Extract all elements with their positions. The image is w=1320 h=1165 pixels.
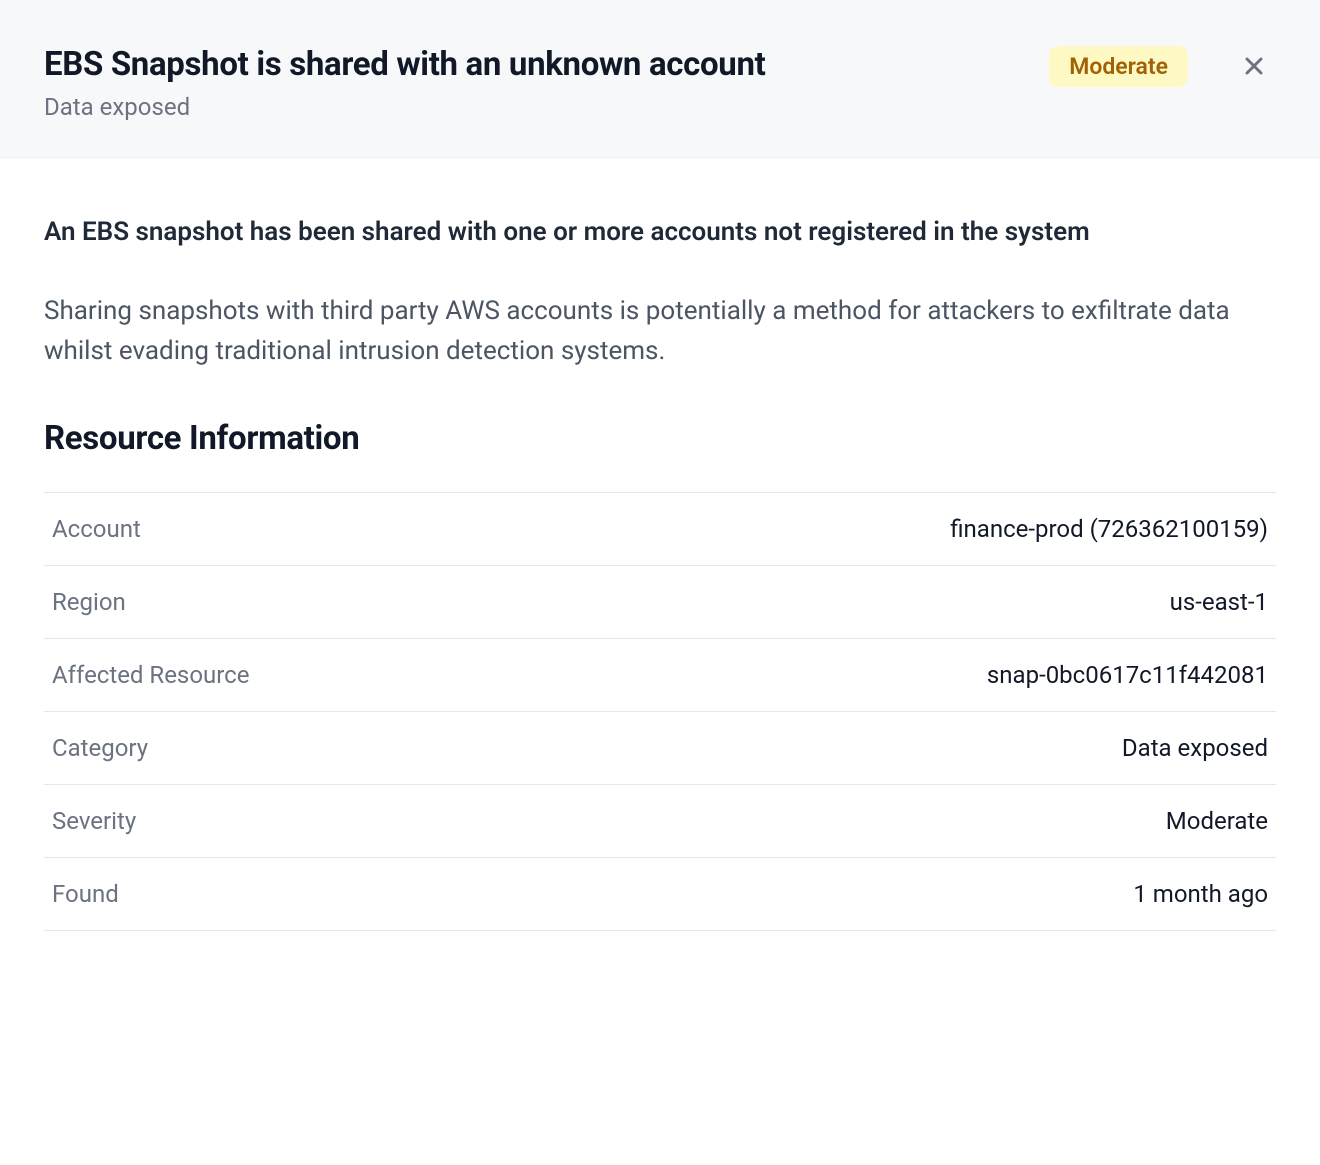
close-icon bbox=[1240, 52, 1268, 80]
header-right: Moderate bbox=[1049, 44, 1276, 88]
row-value: Moderate bbox=[1166, 807, 1268, 835]
panel-header: EBS Snapshot is shared with an unknown a… bbox=[0, 0, 1320, 158]
severity-badge: Moderate bbox=[1049, 46, 1188, 87]
section-title: Resource Information bbox=[44, 419, 1276, 458]
row-label: Account bbox=[52, 515, 141, 543]
row-value: finance-prod (726362100159) bbox=[950, 515, 1268, 543]
row-label: Category bbox=[52, 734, 148, 762]
row-value: us-east-1 bbox=[1170, 588, 1268, 616]
row-value: Data exposed bbox=[1122, 734, 1268, 762]
table-row: Affected Resource snap-0bc0617c11f442081 bbox=[44, 638, 1276, 711]
row-label: Affected Resource bbox=[52, 661, 249, 689]
panel-subtitle: Data exposed bbox=[44, 93, 1049, 121]
row-value: snap-0bc0617c11f442081 bbox=[987, 661, 1268, 689]
panel-title: EBS Snapshot is shared with an unknown a… bbox=[44, 44, 1049, 85]
row-label: Severity bbox=[52, 807, 136, 835]
table-row: Found 1 month ago bbox=[44, 857, 1276, 931]
table-row: Region us-east-1 bbox=[44, 565, 1276, 638]
finding-summary: An EBS snapshot has been shared with one… bbox=[44, 214, 1276, 250]
resource-info-table: Account finance-prod (726362100159) Regi… bbox=[44, 492, 1276, 931]
row-label: Region bbox=[52, 588, 126, 616]
row-value: 1 month ago bbox=[1133, 880, 1268, 908]
header-left: EBS Snapshot is shared with an unknown a… bbox=[44, 44, 1049, 121]
close-button[interactable] bbox=[1232, 44, 1276, 88]
row-label: Found bbox=[52, 880, 119, 908]
table-row: Account finance-prod (726362100159) bbox=[44, 492, 1276, 565]
table-row: Category Data exposed bbox=[44, 711, 1276, 784]
finding-description: Sharing snapshots with third party AWS a… bbox=[44, 291, 1276, 372]
panel-content: An EBS snapshot has been shared with one… bbox=[0, 158, 1320, 931]
table-row: Severity Moderate bbox=[44, 784, 1276, 857]
